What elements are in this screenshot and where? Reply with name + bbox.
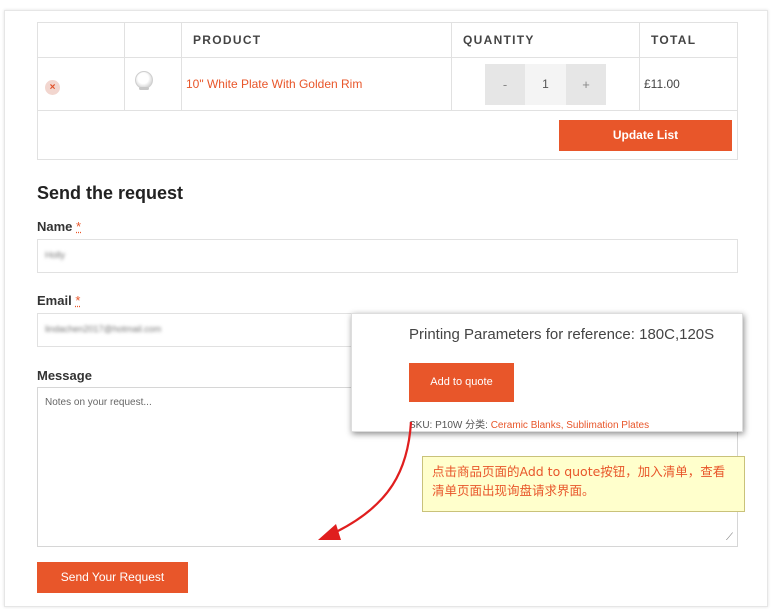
name-value: Holly — [45, 250, 66, 260]
column-divider — [124, 23, 125, 110]
product-info-popup: Printing Parameters for reference: 180C,… — [351, 313, 743, 432]
annotation-note: 点击商品页面的Add to quote按钮，加入清单，查看清单页面出现询盘请求界… — [422, 456, 745, 512]
row-divider — [38, 57, 737, 58]
email-value: lindachen2017@hotmail.com — [45, 324, 162, 334]
sku-text: SKU: P10W 分类: — [409, 420, 488, 431]
email-label: Email * — [37, 293, 80, 308]
message-placeholder: Notes on your request... — [45, 397, 152, 408]
header-total: TOTAL — [651, 33, 697, 47]
add-to-quote-button[interactable]: Add to quote — [409, 363, 514, 402]
category-links[interactable]: Ceramic Blanks, Sublimation Plates — [491, 420, 649, 431]
product-thumbnail-base — [139, 87, 149, 90]
remove-item-icon[interactable]: × — [45, 80, 60, 95]
message-label: Message — [37, 368, 92, 383]
update-list-button[interactable]: Update List — [559, 120, 732, 151]
name-label: Name * — [37, 219, 81, 234]
name-label-text: Name — [37, 219, 73, 234]
line-total: £11.00 — [644, 77, 680, 91]
decrement-button[interactable]: - — [485, 64, 525, 105]
quantity-stepper: - 1 + — [485, 64, 606, 105]
header-quantity: QUANTITY — [463, 33, 535, 47]
form-heading: Send the request — [37, 183, 184, 203]
send-request-button[interactable]: Send Your Request — [37, 562, 188, 593]
product-link[interactable]: 10" White Plate With Golden Rim — [186, 77, 362, 91]
quote-list-table: PRODUCT QUANTITY TOTAL × 10" White Plate… — [37, 22, 738, 160]
email-label-text: Email — [37, 293, 72, 308]
column-divider — [181, 23, 182, 110]
column-divider — [639, 23, 640, 110]
row-divider — [38, 110, 737, 111]
printing-parameters-text: Printing Parameters for reference: 180C,… — [409, 326, 715, 343]
header-product: PRODUCT — [193, 33, 262, 47]
required-mark: * — [76, 219, 82, 234]
quantity-input[interactable]: 1 — [525, 64, 566, 105]
column-divider — [451, 23, 452, 110]
increment-button[interactable]: + — [566, 64, 606, 105]
required-mark: * — [75, 293, 81, 308]
product-meta: SKU: P10W 分类: Ceramic Blanks, Sublimatio… — [409, 416, 649, 431]
name-field[interactable]: Holly — [37, 239, 738, 273]
resize-handle-icon[interactable]: ⟋ — [726, 532, 733, 543]
